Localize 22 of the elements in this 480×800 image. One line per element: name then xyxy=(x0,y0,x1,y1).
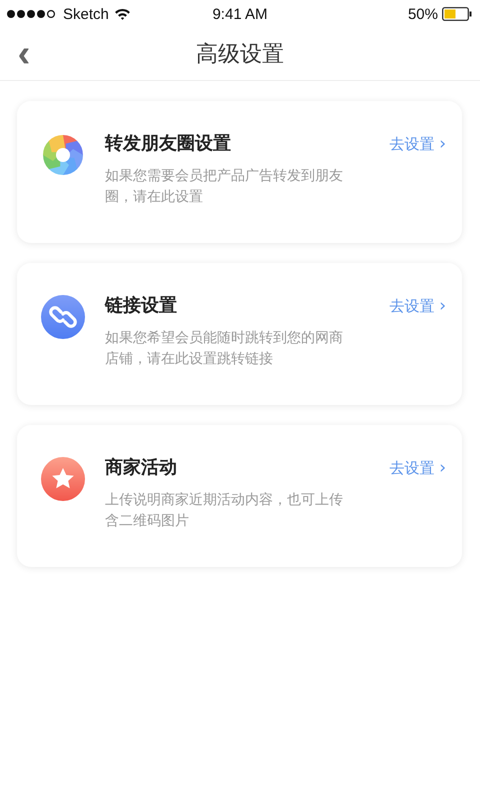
card-description: 上传说明商家近期活动内容，也可上传含二维码图片 xyxy=(105,491,344,531)
carrier-name: Sketch xyxy=(63,6,109,22)
aperture-icon xyxy=(41,133,85,177)
settings-link[interactable]: 去设置 › xyxy=(389,133,446,155)
link-icon xyxy=(41,295,85,339)
settings-link[interactable]: 去设置 › xyxy=(389,457,446,479)
chevron-icon: › xyxy=(439,134,446,154)
chevron-icon: › xyxy=(439,458,446,478)
card-title: 商家活动 xyxy=(105,456,178,480)
card-title: 链接设置 xyxy=(105,294,178,318)
battery-icon xyxy=(442,7,472,21)
card-description: 如果您希望会员能随时跳转到您的网商店铺，请在此设置跳转链接 xyxy=(105,329,344,369)
chevron-icon: › xyxy=(439,296,446,316)
back-button[interactable]: ‹ xyxy=(8,34,40,74)
card-title: 转发朋友圈设置 xyxy=(105,132,232,156)
settings-link[interactable]: 去设置 › xyxy=(389,295,446,317)
page-title: 高级设置 xyxy=(196,41,284,69)
signal-icon xyxy=(6,9,58,19)
clock-time: 9:41 AM xyxy=(211,6,269,22)
wifi-icon xyxy=(114,8,131,20)
card-description: 如果您需要会员把产品广告转发到朋友圈，请在此设置 xyxy=(105,167,344,207)
battery-percent: 50% xyxy=(408,6,438,22)
